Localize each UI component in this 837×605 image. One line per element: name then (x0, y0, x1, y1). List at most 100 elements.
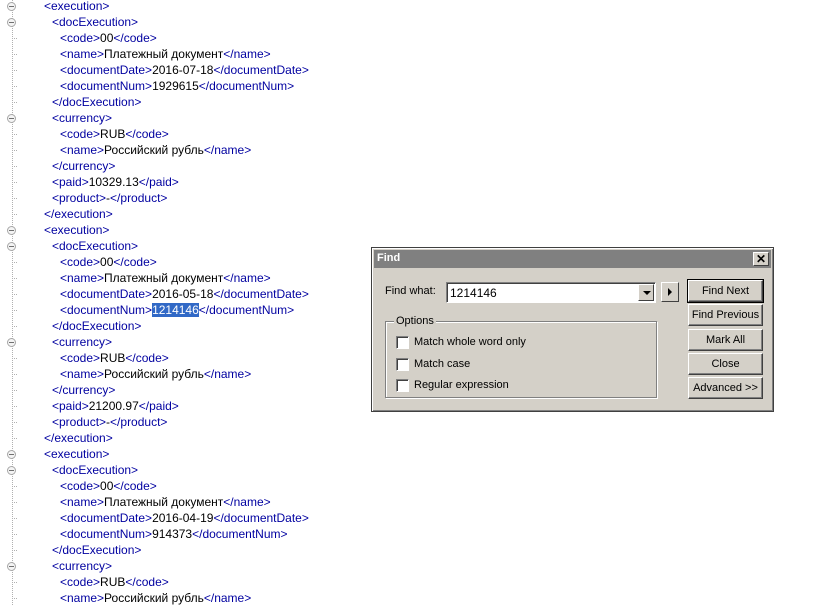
code-line[interactable]: <docExecution> (52, 462, 138, 478)
xml-tag: </docExecution> (52, 319, 142, 333)
xml-text: RUB (100, 127, 126, 141)
xml-tag: <code> (60, 351, 101, 365)
regular-expression-checkbox[interactable] (396, 379, 409, 392)
code-line[interactable]: <paid>10329.13</paid> (52, 174, 179, 190)
advanced-button[interactable]: Advanced >> (688, 377, 763, 399)
code-line[interactable]: <name>Российский рубль</name> (60, 366, 251, 382)
code-line[interactable]: </execution> (44, 206, 113, 222)
mark-all-button[interactable]: Mark All (688, 329, 763, 351)
xml-text: RUB (100, 351, 126, 365)
fold-collapse-icon[interactable] (7, 562, 16, 571)
chevron-down-icon[interactable] (638, 284, 654, 301)
xml-tag: <name> (60, 47, 105, 61)
fold-collapse-icon[interactable] (7, 18, 16, 27)
code-line[interactable]: <name>Российский рубль</name> (60, 590, 251, 605)
code-line[interactable]: <currency> (52, 110, 112, 126)
find-next-button[interactable]: Find Next (687, 279, 764, 303)
fold-guide-tick (12, 166, 17, 167)
xml-tag: </name> (203, 591, 252, 605)
xml-tag: </name> (223, 271, 271, 285)
code-line[interactable]: <code>RUB</code> (60, 574, 169, 590)
code-line[interactable]: </currency> (52, 158, 115, 174)
fold-collapse-icon[interactable] (7, 2, 16, 11)
fold-guide-tick (12, 518, 17, 519)
find-what-label: Find what: (385, 285, 436, 297)
close-icon[interactable]: ✕ (753, 252, 769, 266)
xml-tag: </code> (113, 255, 157, 269)
code-line[interactable]: <code>00</code> (60, 254, 157, 270)
close-button[interactable]: Close (688, 353, 763, 375)
dialog-titlebar[interactable]: Find ✕ (374, 250, 771, 268)
fold-guide-tick (12, 182, 17, 183)
code-line[interactable]: <documentNum>1929615</documentNum> (60, 78, 294, 94)
xml-tag: <product> (52, 415, 107, 429)
fold-collapse-icon[interactable] (7, 450, 16, 459)
xml-tag: </docExecution> (52, 95, 142, 109)
fold-collapse-icon[interactable] (7, 114, 16, 123)
code-line[interactable]: </currency> (52, 382, 115, 398)
xml-text: 00 (100, 479, 114, 493)
code-line[interactable]: <documentNum>1214146</documentNum> (60, 302, 294, 318)
xml-tag: <documentDate> (60, 511, 153, 525)
xml-tag: <currency> (52, 559, 113, 573)
fold-collapse-icon[interactable] (7, 466, 16, 475)
xml-tag: </documentNum> (192, 527, 288, 541)
code-line[interactable]: <execution> (44, 0, 109, 14)
match-case-checkbox[interactable] (396, 358, 409, 371)
code-line[interactable]: <name>Платежный документ</name> (60, 46, 271, 62)
fold-guide-tick (12, 358, 17, 359)
xml-tag: </product> (110, 191, 168, 205)
code-line[interactable]: <execution> (44, 222, 109, 238)
code-line[interactable]: <execution> (44, 446, 109, 462)
xml-text: 2016-05-18 (152, 287, 214, 301)
fold-guide-tick (12, 534, 17, 535)
fold-collapse-icon[interactable] (7, 226, 16, 235)
code-line[interactable]: <code>00</code> (60, 30, 157, 46)
xml-tag: <code> (60, 575, 101, 589)
code-line[interactable]: <product>-</product> (52, 414, 167, 430)
find-previous-button[interactable]: Find Previous (688, 304, 763, 326)
code-line[interactable]: <code>RUB</code> (60, 350, 169, 366)
code-line[interactable]: <documentDate>2016-04-19</documentDate> (60, 510, 309, 526)
xml-tag: <product> (52, 191, 107, 205)
fold-guide-tick (12, 406, 17, 407)
code-line[interactable]: <documentNum>914373</documentNum> (60, 526, 288, 542)
code-line[interactable]: <code>00</code> (60, 478, 157, 494)
fold-collapse-icon[interactable] (7, 242, 16, 251)
code-line[interactable]: <code>RUB</code> (60, 126, 169, 142)
arrow-right-icon[interactable] (661, 282, 679, 302)
code-line[interactable]: </docExecution> (52, 542, 141, 558)
xml-tag: <documentNum> (60, 527, 153, 541)
find-what-input[interactable] (450, 285, 635, 300)
fold-guide-tick (12, 150, 17, 151)
code-line[interactable]: <currency> (52, 558, 112, 574)
xml-tag: <docExecution> (52, 15, 139, 29)
xml-tag: </documentDate> (213, 511, 309, 525)
code-line[interactable]: <product>-</product> (52, 190, 167, 206)
code-line[interactable]: <name>Платежный документ</name> (60, 494, 271, 510)
fold-collapse-icon[interactable] (7, 338, 16, 347)
code-line[interactable]: <name>Российский рубль</name> (60, 142, 251, 158)
code-line[interactable]: </docExecution> (52, 318, 141, 334)
find-what-combobox[interactable] (446, 282, 656, 303)
code-line[interactable]: <documentDate>2016-05-18</documentDate> (60, 286, 309, 302)
selected-text: 1214146 (152, 303, 199, 317)
code-line[interactable]: <currency> (52, 334, 112, 350)
regular-expression-label: Regular expression (414, 379, 509, 391)
xml-tag: <name> (60, 495, 105, 509)
code-line[interactable]: </docExecution> (52, 94, 141, 110)
code-line[interactable]: <docExecution> (52, 238, 138, 254)
xml-tag: </documentDate> (213, 63, 309, 77)
xml-tag: </name> (203, 143, 252, 157)
dialog-title: Find (377, 252, 401, 264)
fold-guide-tick (12, 54, 17, 55)
match-whole-word-checkbox[interactable] (396, 336, 409, 349)
code-line[interactable]: </execution> (44, 430, 113, 446)
code-line[interactable]: <name>Платежный документ</name> (60, 270, 271, 286)
xml-text: Российский рубль (104, 367, 204, 381)
code-line[interactable]: <paid>21200.97</paid> (52, 398, 179, 414)
code-line[interactable]: <docExecution> (52, 14, 138, 30)
xml-tag: <documentNum> (60, 303, 153, 317)
options-group: Options Match whole word only Match case… (385, 315, 657, 398)
code-line[interactable]: <documentDate>2016-07-18</documentDate> (60, 62, 309, 78)
